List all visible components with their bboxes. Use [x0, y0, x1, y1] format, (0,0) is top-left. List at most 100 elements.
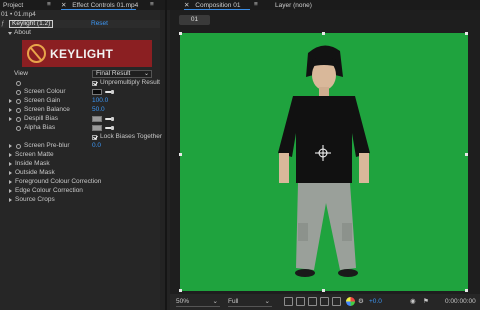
subject-figure	[278, 45, 370, 277]
tab-composition[interactable]: ✕ Composition 01	[184, 1, 250, 10]
logo-mark-icon	[27, 44, 46, 63]
tab-layer[interactable]: Layer (none)	[275, 1, 312, 10]
chevron-down-icon: ⌄	[212, 298, 218, 305]
comp-menu-icon[interactable]: ≡	[254, 1, 258, 8]
screen-colour-row: Screen Colour	[0, 88, 160, 96]
chevron-right-icon[interactable]	[9, 161, 12, 166]
exposure-value[interactable]: +0.0	[369, 297, 382, 307]
group-row[interactable]: Inside Mask	[0, 160, 160, 168]
stopwatch-icon[interactable]	[16, 98, 21, 104]
show-snapshot-icon[interactable]: ⚑	[423, 297, 429, 307]
chevron-right-icon[interactable]	[9, 179, 12, 184]
group-row[interactable]: Foreground Colour Correction	[0, 178, 160, 186]
group-row[interactable]: Source Crops	[0, 196, 160, 204]
eyedropper-icon[interactable]	[105, 126, 115, 130]
resolution-dropdown[interactable]: Full ⌄	[228, 297, 272, 307]
panel-menu-icon[interactable]: ≡	[150, 1, 154, 8]
fx-toggle-icon[interactable]: ƒ	[1, 20, 5, 28]
transform-handle[interactable]	[179, 153, 182, 156]
transform-handle[interactable]	[179, 32, 182, 35]
effect-header-row[interactable]: ƒ Keylight (1.2) Reset	[0, 20, 160, 29]
view-row: View Final Result ⌄	[0, 70, 160, 78]
transparency-grid-icon[interactable]	[320, 297, 329, 306]
group-label: Edge Colour Correction	[15, 187, 83, 194]
transform-handle[interactable]	[322, 32, 325, 35]
group-label: Outside Mask	[15, 169, 55, 176]
screen-colour-label: Screen Colour	[24, 88, 66, 95]
group-row[interactable]: Edge Colour Correction	[0, 187, 160, 195]
stopwatch-icon[interactable]	[16, 125, 21, 131]
transform-handle[interactable]	[179, 289, 182, 292]
chevron-right-icon[interactable]	[9, 188, 12, 193]
chevron-right-icon[interactable]	[9, 107, 12, 112]
mask-icon[interactable]	[308, 297, 317, 306]
effect-name[interactable]: Keylight (1.2)	[9, 20, 54, 28]
transform-handle[interactable]	[465, 153, 468, 156]
timecode[interactable]: 0:00:00:00	[445, 297, 476, 307]
lock-biases-checkbox[interactable]	[92, 134, 97, 140]
camera-icon[interactable]: ◉	[410, 297, 416, 307]
comp-viewer-canvas[interactable]	[180, 33, 468, 291]
group-label: Source Crops	[15, 196, 55, 203]
chevron-down-icon[interactable]	[8, 31, 12, 35]
top-tab-bar: Project ≡ ✕ Effect Controls 01.mp4 ≡ ✕ C…	[0, 0, 480, 10]
screen-preblur-label: Screen Pre-blur	[24, 142, 70, 149]
group-label: Foreground Colour Correction	[15, 178, 102, 185]
stopwatch-icon[interactable]	[16, 116, 21, 122]
region-of-interest-icon[interactable]	[332, 297, 341, 306]
resolution-value: Full	[228, 298, 239, 305]
chevron-right-icon[interactable]	[9, 98, 12, 103]
screen-colour-swatch[interactable]	[92, 89, 102, 95]
group-row[interactable]: Screen Matte	[0, 151, 160, 159]
group-row[interactable]: Outside Mask	[0, 169, 160, 177]
view-dropdown[interactable]: Final Result ⌄	[92, 70, 152, 78]
close-icon[interactable]: ✕	[184, 2, 189, 9]
chevron-right-icon[interactable]	[9, 116, 12, 121]
screen-preblur-row: Screen Pre-blur 0.0	[0, 142, 160, 150]
exposure-reset-icon[interactable]: ⚙	[358, 297, 364, 307]
chevron-right-icon[interactable]	[9, 152, 12, 157]
stopwatch-icon[interactable]	[16, 89, 21, 95]
fit-icon[interactable]	[284, 297, 293, 306]
alpha-swatch[interactable]	[92, 125, 102, 131]
panel-divider[interactable]	[165, 0, 167, 310]
chevron-down-icon: ⌄	[143, 71, 149, 77]
chevron-right-icon[interactable]	[9, 143, 12, 148]
comp-navigator-tab[interactable]: 01	[179, 15, 210, 25]
lock-biases-label: Lock Biases Together	[100, 133, 163, 140]
screen-balance-value[interactable]: 50.0	[92, 106, 105, 114]
menu-icon[interactable]: ≡	[47, 1, 51, 8]
transform-handle[interactable]	[465, 32, 468, 35]
viewer-toolbar: 50% ⌄ Full ⌄ ⚙ +0.0 ◉ ⚑ 0:00:00:00	[170, 294, 480, 310]
lock-biases-row: Lock Biases Together	[0, 133, 163, 141]
eyedropper-icon[interactable]	[105, 117, 115, 121]
stopwatch-icon[interactable]	[16, 143, 21, 149]
keylight-logo: KEYLIGHT	[22, 40, 152, 67]
about-label: About	[14, 29, 31, 36]
eyedropper-icon[interactable]	[105, 90, 115, 94]
transform-handle[interactable]	[465, 289, 468, 292]
tab-effect-controls-label: Effect Controls 01.mp4	[72, 2, 139, 9]
tab-project[interactable]: Project	[3, 1, 23, 10]
unpremultiply-label: Unpremultiply Result	[100, 79, 160, 86]
zoom-dropdown[interactable]: 50% ⌄	[176, 297, 220, 307]
stopwatch-icon[interactable]	[16, 107, 21, 113]
grid-icon[interactable]	[296, 297, 305, 306]
reset-link[interactable]: Reset	[91, 20, 108, 28]
unpremultiply-checkbox[interactable]	[92, 80, 97, 86]
transform-handle[interactable]	[322, 289, 325, 292]
channel-icon[interactable]	[346, 297, 355, 306]
view-value: Final Result	[96, 70, 131, 77]
chevron-right-icon[interactable]	[9, 197, 12, 202]
chevron-right-icon[interactable]	[9, 170, 12, 175]
despill-swatch[interactable]	[92, 116, 102, 122]
screen-gain-value[interactable]: 100.0	[92, 97, 108, 105]
tab-composition-label: Composition 01	[195, 2, 241, 9]
close-icon[interactable]: ✕	[61, 2, 66, 9]
screen-preblur-value[interactable]: 0.0	[92, 142, 101, 150]
about-row[interactable]: About	[0, 29, 160, 37]
alpha-bias-label: Alpha Bias	[24, 124, 56, 131]
tab-effect-controls[interactable]: ✕ Effect Controls 01.mp4	[61, 1, 138, 10]
stopwatch-icon[interactable]	[16, 80, 21, 86]
view-label: View	[14, 70, 28, 77]
